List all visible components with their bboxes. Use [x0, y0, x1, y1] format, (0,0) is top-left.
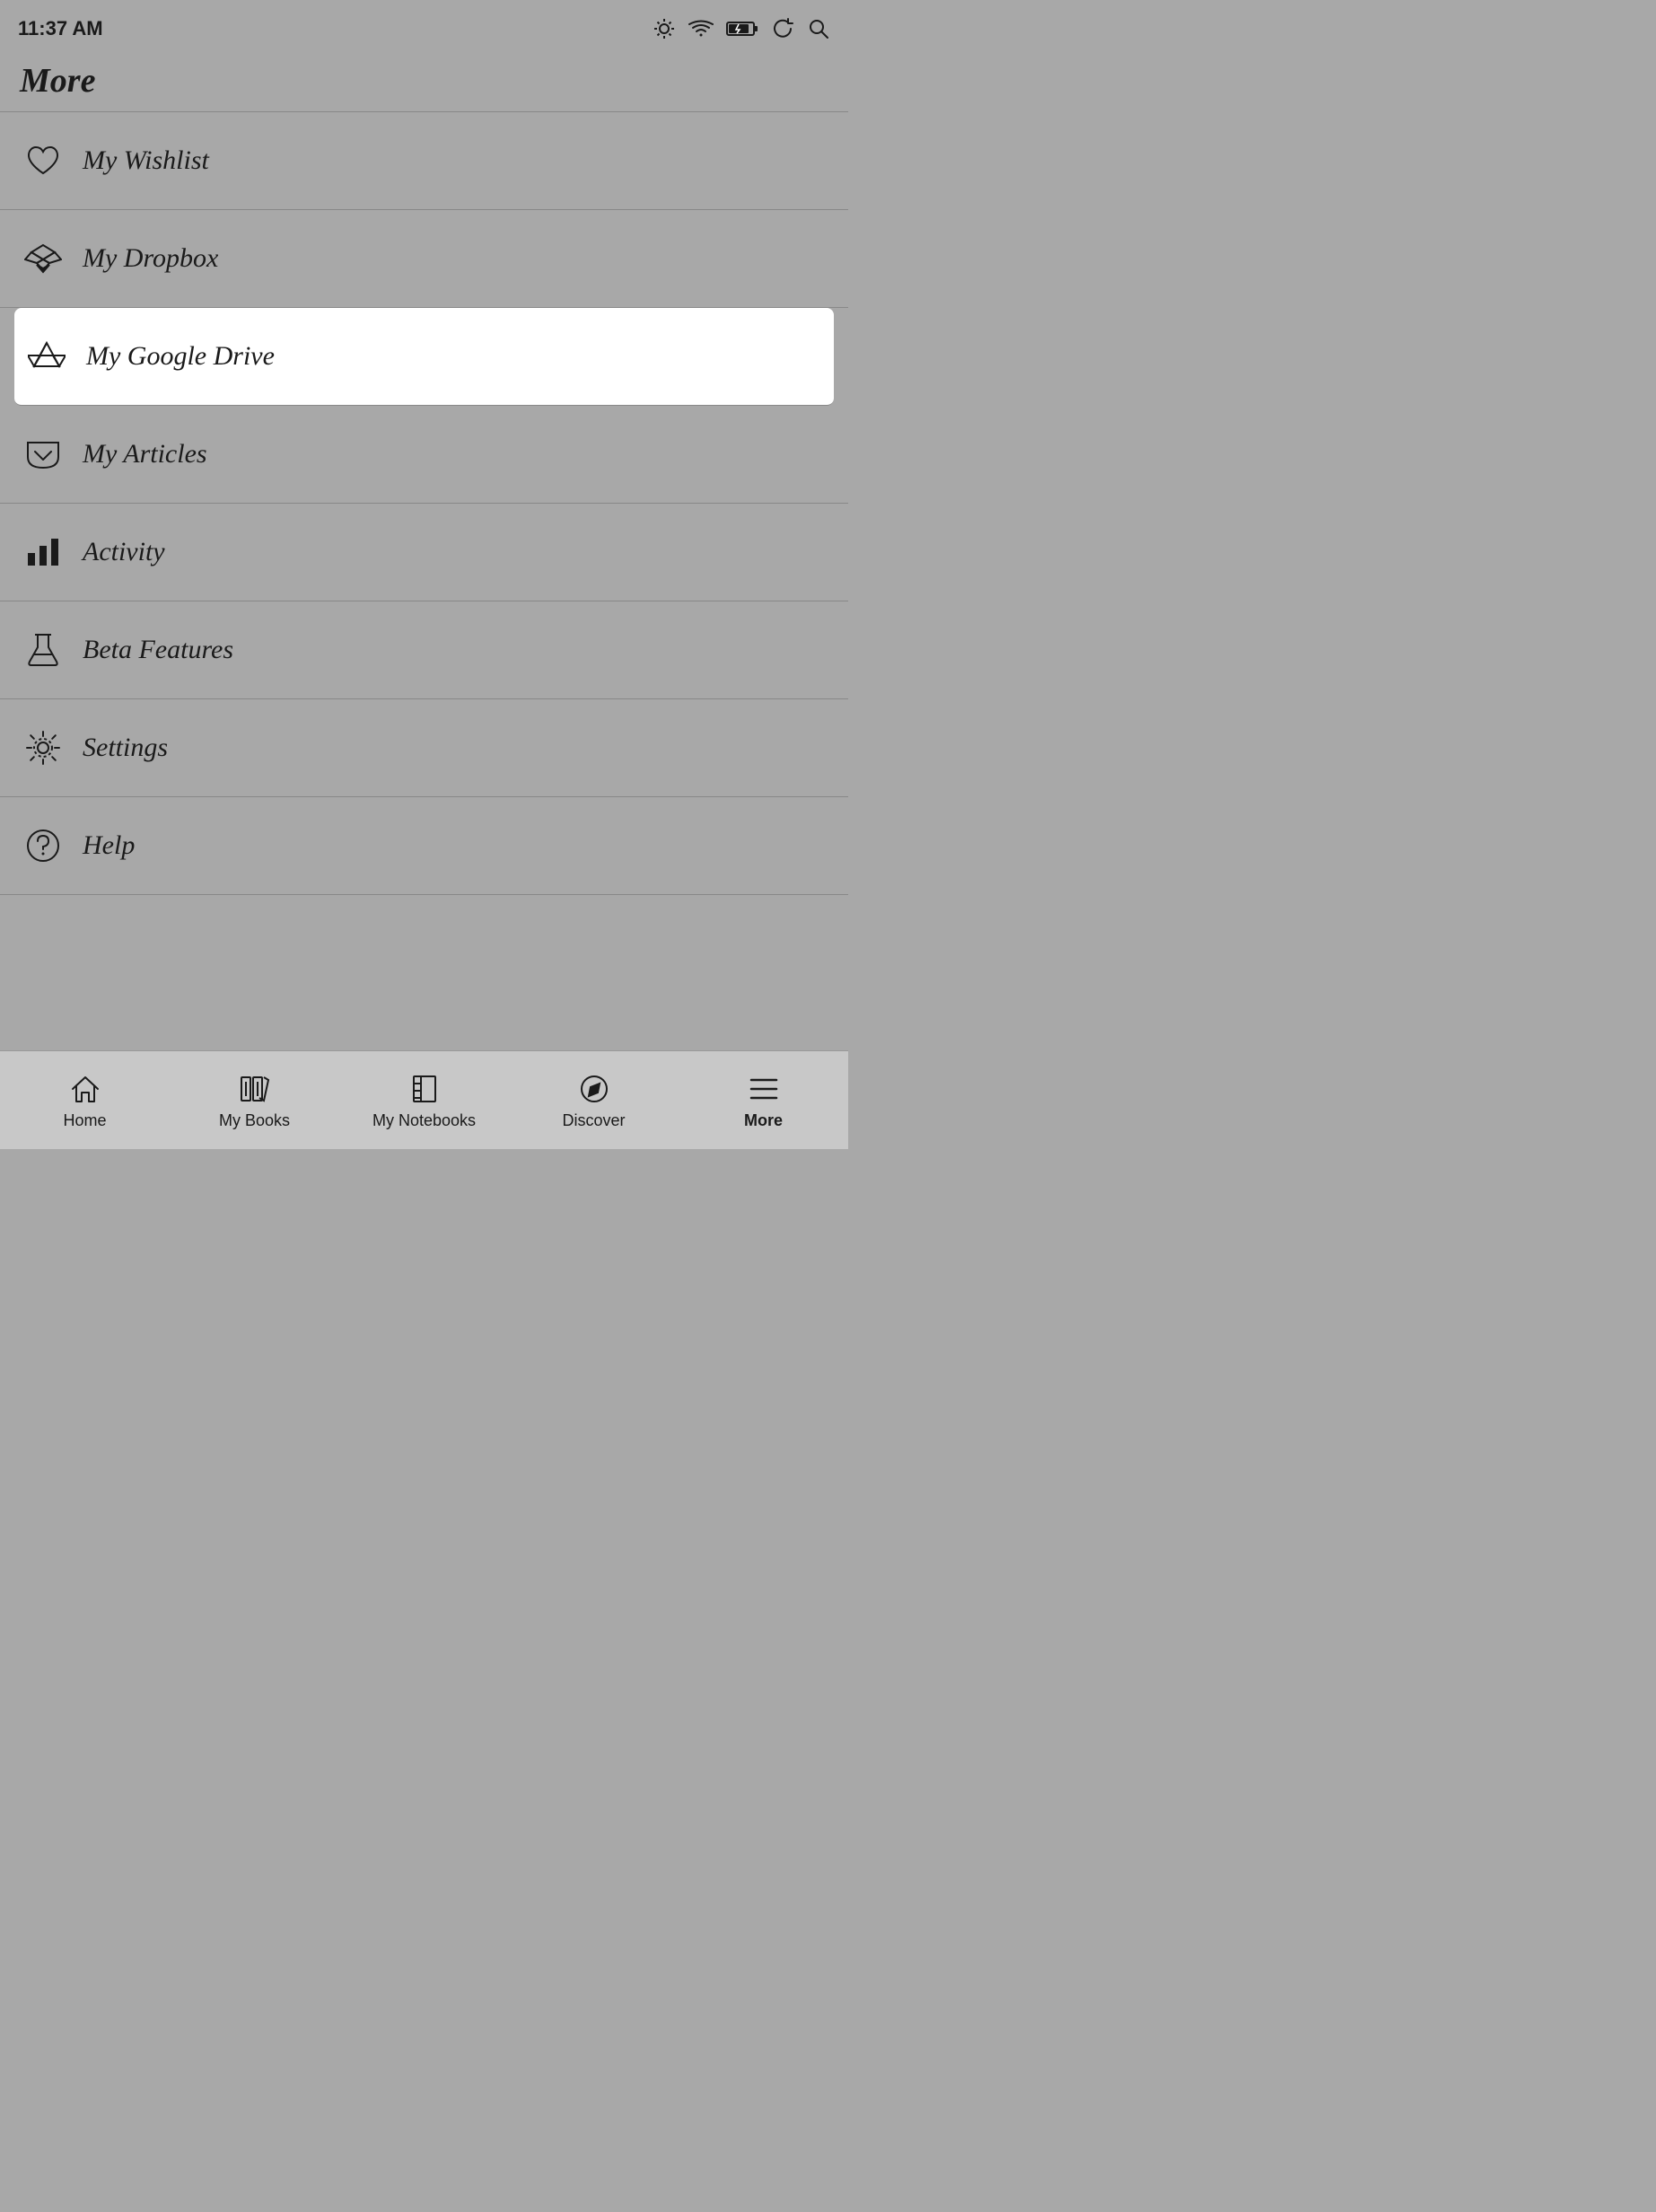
status-time: 11:37 AM — [18, 17, 103, 40]
menu-item-dropbox[interactable]: My Dropbox — [0, 210, 848, 308]
wifi-icon — [688, 19, 714, 39]
bottom-nav: Home My Books My Notebooks — [0, 1050, 848, 1149]
notebooks-icon — [407, 1071, 442, 1107]
nav-my-notebooks-label: My Notebooks — [372, 1111, 476, 1130]
activity-icon — [20, 529, 66, 575]
activity-label: Activity — [83, 537, 165, 567]
menu-item-articles[interactable]: My Articles — [0, 406, 848, 504]
search-icon[interactable] — [807, 17, 830, 40]
nav-item-home[interactable]: Home — [0, 1071, 170, 1130]
more-icon — [746, 1071, 782, 1107]
menu-item-activity[interactable]: Activity — [0, 504, 848, 601]
status-bar: 11:37 AM — [0, 0, 848, 54]
nav-item-my-notebooks[interactable]: My Notebooks — [339, 1071, 509, 1130]
menu-item-google-drive[interactable]: My Google Drive — [14, 308, 834, 406]
page-title: More — [20, 61, 828, 101]
settings-label: Settings — [83, 733, 168, 763]
help-icon — [20, 822, 66, 869]
nav-discover-label: Discover — [562, 1111, 625, 1130]
page-header: More — [0, 54, 848, 112]
articles-label: My Articles — [83, 439, 207, 470]
nav-more-label: More — [744, 1111, 783, 1130]
dropbox-icon — [20, 235, 66, 282]
nav-item-my-books[interactable]: My Books — [170, 1071, 339, 1130]
heart-icon — [20, 137, 66, 184]
settings-icon — [20, 724, 66, 771]
discover-icon — [576, 1071, 612, 1107]
menu-item-help[interactable]: Help — [0, 797, 848, 895]
beta-features-label: Beta Features — [83, 635, 233, 665]
nav-item-discover[interactable]: Discover — [509, 1071, 679, 1130]
brightness-icon — [653, 17, 676, 40]
help-label: Help — [83, 830, 135, 861]
menu-item-beta-features[interactable]: Beta Features — [0, 601, 848, 699]
pocket-icon — [20, 431, 66, 478]
wishlist-label: My Wishlist — [83, 145, 209, 176]
flask-icon — [20, 627, 66, 673]
status-icons — [653, 17, 830, 40]
menu-list: My Wishlist My Dropbox My Google D — [0, 112, 848, 895]
nav-item-more[interactable]: More — [679, 1071, 848, 1130]
nav-my-books-label: My Books — [219, 1111, 290, 1130]
google-drive-label: My Google Drive — [86, 341, 275, 372]
sync-icon — [771, 17, 794, 40]
battery-icon — [726, 20, 758, 38]
nav-home-label: Home — [63, 1111, 106, 1130]
books-icon — [237, 1071, 273, 1107]
home-icon — [67, 1071, 103, 1107]
menu-item-wishlist[interactable]: My Wishlist — [0, 112, 848, 210]
dropbox-label: My Dropbox — [83, 243, 218, 274]
menu-item-settings[interactable]: Settings — [0, 699, 848, 797]
google-drive-icon — [23, 333, 70, 380]
